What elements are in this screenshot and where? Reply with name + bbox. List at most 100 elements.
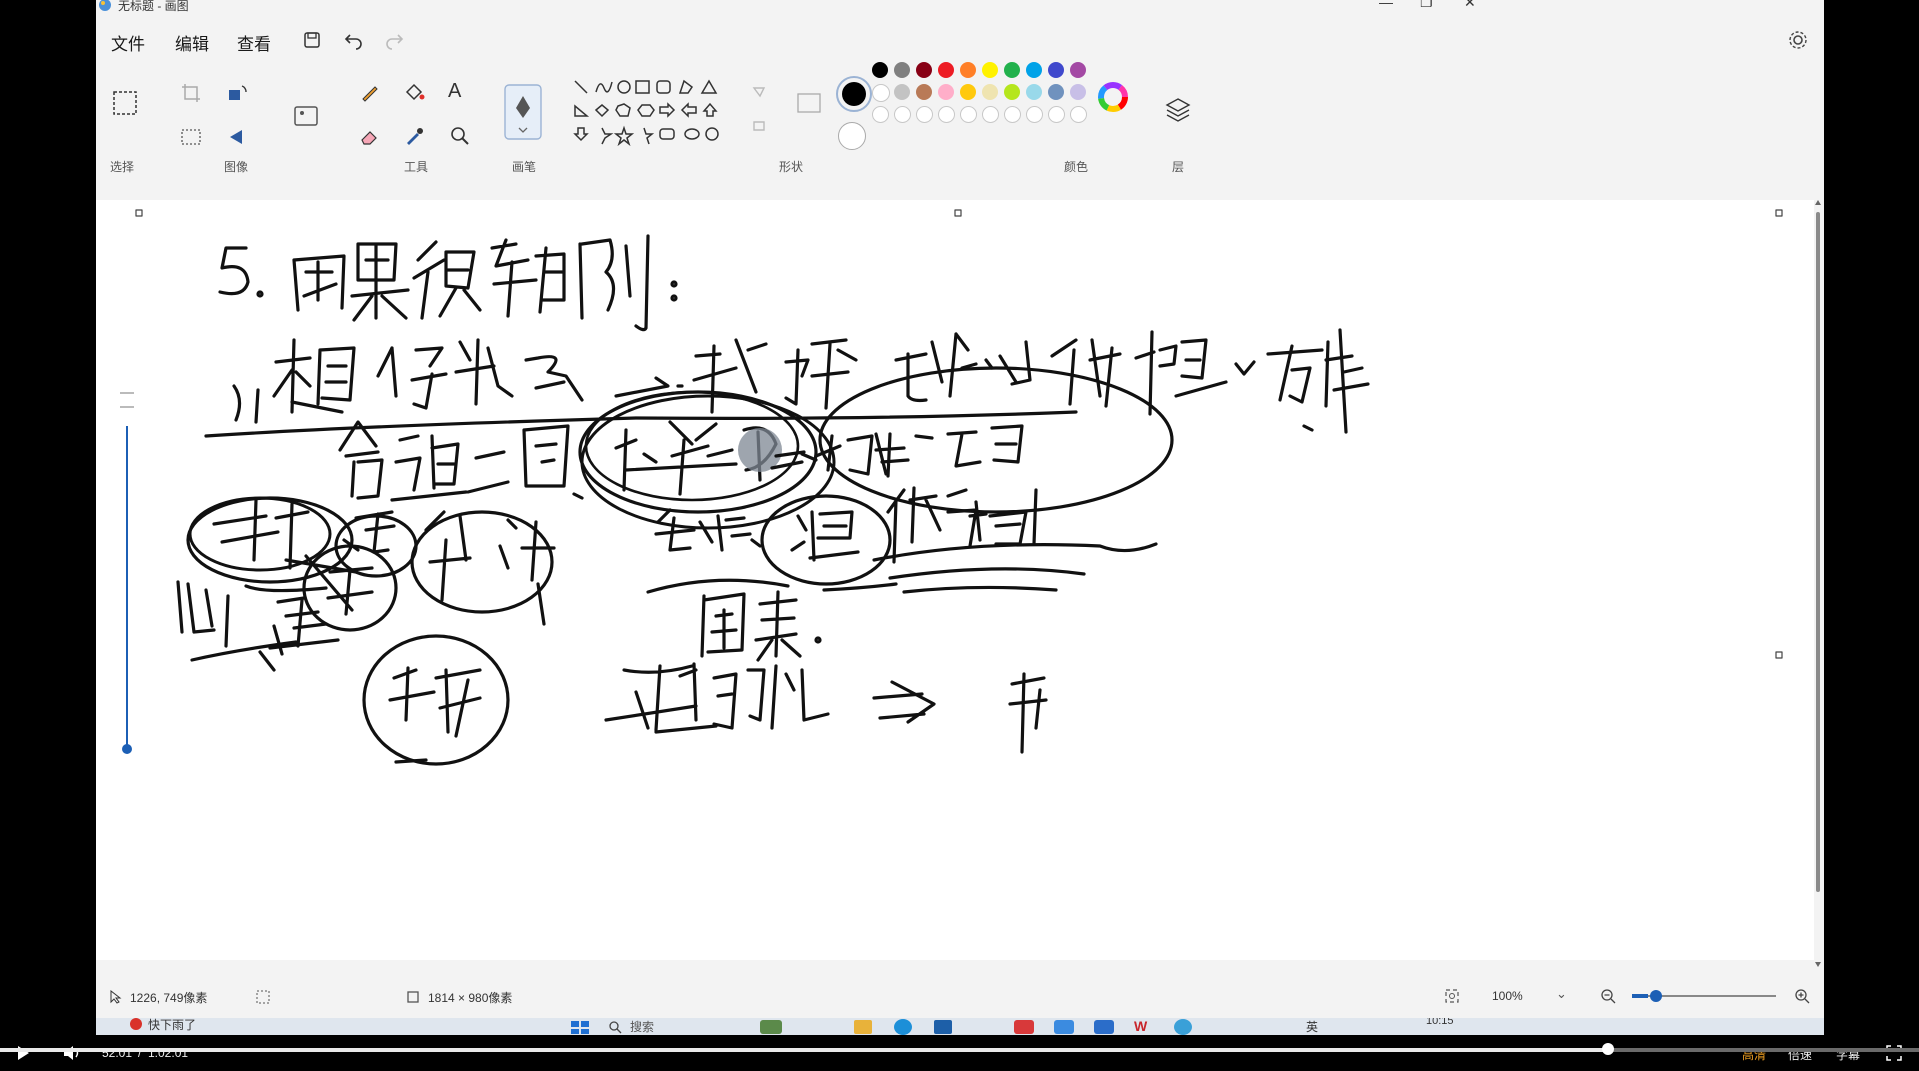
rectangle-select-icon[interactable]: [112, 90, 138, 116]
slider-thumb[interactable]: [122, 744, 132, 754]
palette-swatch[interactable]: [872, 84, 890, 102]
cursor-pointer-icon: [110, 990, 122, 1004]
taskbar-clock[interactable]: 10:15: [1426, 1018, 1454, 1027]
secondary-color-swatch[interactable]: [838, 122, 866, 150]
red-app-icon[interactable]: [1014, 1020, 1034, 1034]
palette-swatch[interactable]: [894, 62, 910, 78]
outline-fill-icons[interactable]: [750, 82, 782, 138]
magnifier-icon[interactable]: [448, 124, 472, 148]
palette-swatch[interactable]: [960, 62, 976, 78]
wps-icon[interactable]: W: [1134, 1018, 1147, 1034]
volume-icon[interactable]: [62, 1044, 82, 1062]
custom-color-slot[interactable]: [1026, 106, 1043, 123]
brush-size-slider[interactable]: [120, 392, 134, 782]
custom-color-slot[interactable]: [960, 106, 977, 123]
palette-swatch[interactable]: [982, 62, 998, 78]
scroll-up-arrow-icon[interactable]: [1815, 200, 1821, 205]
palette-swatch[interactable]: [872, 62, 888, 78]
palette-swatch[interactable]: [1048, 84, 1064, 100]
store-icon[interactable]: [934, 1020, 952, 1034]
primary-color-button[interactable]: [836, 76, 872, 112]
zoom-level[interactable]: 100%: [1492, 989, 1523, 1003]
zoom-out-icon[interactable]: [1600, 988, 1616, 1004]
zoom-slider-thumb[interactable]: [1650, 990, 1662, 1002]
color-picker-icon[interactable]: [402, 124, 426, 148]
palette-swatch[interactable]: [916, 62, 932, 78]
menu-file[interactable]: 文件: [111, 30, 145, 55]
fill-bucket-icon[interactable]: [402, 80, 426, 104]
video-progress-bar[interactable]: [0, 1043, 1919, 1055]
file-explorer-icon[interactable]: [854, 1020, 872, 1034]
settings-gear-icon[interactable]: [1786, 28, 1810, 52]
drawing-canvas[interactable]: [96, 200, 1814, 960]
menu-edit[interactable]: 编辑: [175, 30, 209, 55]
palette-swatch[interactable]: [938, 62, 954, 78]
cursor-position: 1226, 749像素: [130, 991, 208, 1005]
eraser-icon[interactable]: [358, 124, 382, 148]
save-icon[interactable]: [300, 28, 324, 52]
palette-swatch[interactable]: [1026, 84, 1042, 100]
custom-color-slot[interactable]: [872, 106, 889, 123]
palette-swatch[interactable]: [1004, 84, 1020, 100]
palette-swatch[interactable]: [938, 84, 954, 100]
palette-swatch[interactable]: [1004, 62, 1020, 78]
palette-swatch[interactable]: [916, 84, 932, 100]
vertical-scrollbar[interactable]: [1813, 192, 1824, 972]
custom-color-slot[interactable]: [1070, 106, 1087, 123]
fit-to-window-icon[interactable]: [1444, 988, 1460, 1004]
rotate-icon[interactable]: [226, 82, 250, 104]
taskbar-search-icon[interactable]: [608, 1020, 622, 1034]
progress-knob[interactable]: [1602, 1043, 1615, 1055]
zoom-slider[interactable]: [1632, 990, 1776, 1002]
paint-taskbar-icon[interactable]: [1174, 1019, 1192, 1035]
custom-color-slot[interactable]: [1004, 106, 1021, 123]
palette-swatch[interactable]: [1048, 62, 1064, 78]
chat-app-icon[interactable]: [1094, 1020, 1114, 1034]
minimize-button[interactable]: —: [1379, 0, 1393, 10]
zoom-in-icon[interactable]: [1794, 988, 1810, 1004]
close-button[interactable]: ✕: [1464, 0, 1476, 11]
undo-icon[interactable]: [342, 28, 366, 52]
custom-color-slot[interactable]: [982, 106, 999, 123]
ime-indicator[interactable]: 英: [1306, 1018, 1318, 1035]
group-label-layers: 层: [1171, 160, 1184, 174]
custom-color-slot[interactable]: [916, 106, 933, 123]
palette-swatch[interactable]: [1070, 62, 1086, 78]
windows-start-icon[interactable]: [570, 1020, 590, 1034]
taskbar-app-icon[interactable]: [760, 1020, 782, 1034]
menu-bar: 文件 编辑 查看: [96, 24, 1824, 54]
brush-icon[interactable]: [504, 84, 542, 140]
redo-icon[interactable]: [382, 28, 406, 52]
menu-view[interactable]: 查看: [237, 30, 271, 55]
shape-size-icon[interactable]: [796, 90, 822, 116]
palette-swatch[interactable]: [960, 84, 976, 100]
title-bar: 无标题 - 画图 — ❐ ✕: [96, 0, 1824, 14]
video-player-bar: 52:01 / 1:02:01 高清 倍速 字幕: [0, 1035, 1919, 1071]
shapes-gallery-icon[interactable]: [572, 78, 740, 154]
palette-swatch[interactable]: [894, 84, 910, 100]
custom-color-slot[interactable]: [894, 106, 911, 123]
blue-app-icon[interactable]: [1054, 1020, 1074, 1034]
palette-swatch[interactable]: [982, 84, 998, 100]
image-properties-icon[interactable]: [292, 102, 320, 130]
flip-icon[interactable]: [226, 126, 250, 148]
custom-color-slot[interactable]: [938, 106, 955, 123]
weather-notice[interactable]: 快下雨了: [148, 1018, 196, 1033]
pencil-icon[interactable]: [358, 80, 382, 104]
edit-colors-wheel-icon[interactable]: [1098, 82, 1128, 112]
scroll-down-arrow-icon[interactable]: [1815, 962, 1821, 967]
crop-icon[interactable]: [180, 82, 202, 104]
zoom-dropdown-chevron-icon[interactable]: ⌄: [1556, 986, 1567, 1002]
text-tool-icon[interactable]: A: [448, 80, 461, 103]
windows-taskbar: 快下雨了 搜索 W 英 10:15: [96, 1018, 1824, 1035]
layers-icon[interactable]: [1164, 96, 1192, 124]
slider-grip-icon: [120, 392, 134, 408]
taskbar-search-box[interactable]: 搜索: [630, 1018, 654, 1035]
palette-swatch[interactable]: [1026, 62, 1042, 78]
palette-swatch[interactable]: [1070, 84, 1086, 100]
resize-icon[interactable]: [180, 126, 202, 148]
custom-color-slot[interactable]: [1048, 106, 1065, 123]
edge-browser-icon[interactable]: [894, 1019, 912, 1035]
scroll-thumb[interactable]: [1816, 212, 1820, 892]
restore-button[interactable]: ❐: [1420, 0, 1433, 11]
